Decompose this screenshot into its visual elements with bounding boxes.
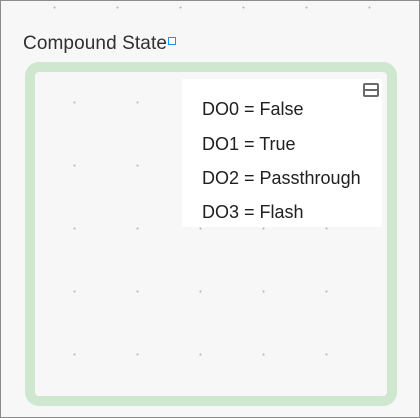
compound-state-title: Compound State bbox=[23, 33, 167, 54]
collapse-icon[interactable] bbox=[363, 83, 379, 97]
state-outputs-panel: DO0 = False DO1 = True DO2 = Passthrough… bbox=[182, 79, 382, 227]
anchor-square-icon[interactable] bbox=[168, 37, 176, 45]
output-line-do0: DO0 = False bbox=[202, 99, 304, 119]
output-line-do3: DO3 = Flash bbox=[202, 202, 304, 222]
output-line-do2: DO2 = Passthrough bbox=[202, 168, 361, 188]
output-line-do1: DO1 = True bbox=[202, 134, 296, 154]
compound-state-header[interactable]: Compound State bbox=[23, 33, 176, 55]
compound-state-container[interactable]: DO0 = False DO1 = True DO2 = Passthrough… bbox=[25, 62, 397, 406]
